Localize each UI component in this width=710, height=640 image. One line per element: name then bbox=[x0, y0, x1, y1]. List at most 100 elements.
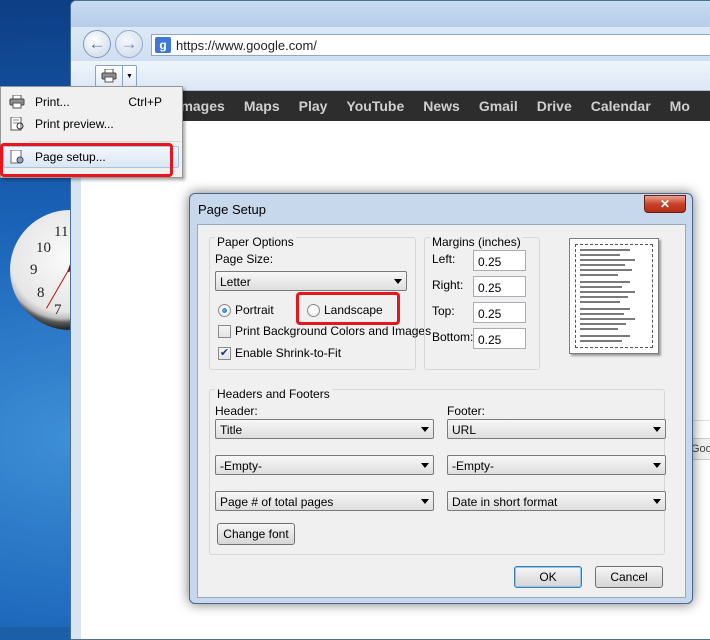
google-nav-item[interactable]: Play bbox=[299, 98, 328, 114]
preview-line bbox=[580, 264, 625, 266]
menu-item-label: Print... bbox=[35, 95, 70, 109]
google-favicon-icon: g bbox=[155, 37, 171, 53]
footer-select-3[interactable]: Date in short format bbox=[447, 491, 666, 511]
google-nav-item[interactable]: Maps bbox=[244, 98, 280, 114]
page-setup-dialog: Page Setup ✕ Paper Options Page Size: Le… bbox=[189, 193, 693, 604]
highlight-box-landscape bbox=[296, 292, 400, 325]
paper-options-label: Paper Options bbox=[215, 235, 296, 249]
shrink-to-fit-checkbox[interactable]: ✔ bbox=[218, 347, 231, 360]
google-nav-item[interactable]: Gmail bbox=[479, 98, 518, 114]
portrait-radio[interactable] bbox=[218, 304, 231, 317]
google-nav-item[interactable]: News bbox=[423, 98, 460, 114]
preview-line bbox=[580, 249, 630, 251]
dialog-body: Paper Options Page Size: Letter Portrait… bbox=[197, 224, 686, 598]
preview-line bbox=[580, 291, 635, 293]
margin-left-input[interactable]: 0.25 bbox=[473, 250, 526, 271]
chevron-down-icon bbox=[653, 463, 661, 468]
chevron-down-icon[interactable]: ▼ bbox=[122, 66, 136, 86]
browser-titlebar bbox=[71, 1, 710, 27]
preview-line bbox=[580, 313, 624, 315]
page-size-value: Letter bbox=[220, 275, 251, 289]
footer-label: Footer: bbox=[447, 404, 486, 418]
clock-number: 10 bbox=[36, 240, 51, 256]
address-bar[interactable]: g https://www.google.com/ bbox=[151, 34, 710, 56]
printer-icon bbox=[96, 66, 122, 86]
preview-line bbox=[580, 301, 620, 303]
header-value: Title bbox=[220, 423, 243, 437]
header-select-2[interactable]: -Empty- bbox=[215, 455, 434, 475]
page-preview-margins bbox=[575, 244, 653, 348]
preview-line bbox=[580, 323, 626, 325]
header-value: -Empty- bbox=[220, 459, 262, 473]
margin-right-input[interactable]: 0.25 bbox=[473, 276, 526, 297]
close-button[interactable]: ✕ bbox=[644, 195, 686, 213]
address-url: https://www.google.com/ bbox=[176, 37, 317, 53]
chevron-down-icon bbox=[421, 499, 429, 504]
chevron-down-icon bbox=[653, 499, 661, 504]
footer-select-1[interactable]: URL bbox=[447, 419, 666, 439]
preview-line bbox=[580, 296, 628, 298]
google-nav-item[interactable]: Drive bbox=[537, 98, 572, 114]
footer-value: URL bbox=[452, 423, 477, 437]
clock-number: 11 bbox=[54, 224, 69, 240]
headers-footers-label: Headers and Footers bbox=[215, 387, 332, 401]
margin-top-input[interactable]: 0.25 bbox=[473, 302, 526, 323]
header-value: Page # of total pages bbox=[220, 495, 334, 509]
margin-top-label: Top: bbox=[432, 304, 455, 318]
print-background-checkbox[interactable] bbox=[218, 325, 231, 338]
chevron-down-icon bbox=[421, 427, 429, 432]
change-font-button[interactable]: Change font bbox=[217, 523, 295, 545]
preview-line bbox=[580, 340, 622, 342]
close-icon: ✕ bbox=[659, 197, 671, 211]
print-preview-icon bbox=[9, 116, 25, 131]
margins-label: Margins (inches) bbox=[430, 235, 523, 249]
preview-line bbox=[580, 328, 618, 330]
google-nav-item[interactable]: YouTube bbox=[346, 98, 404, 114]
forward-arrow-icon: → bbox=[120, 34, 138, 53]
footer-value: Date in short format bbox=[452, 495, 558, 509]
back-button[interactable]: ← bbox=[83, 30, 111, 58]
preview-line bbox=[580, 286, 622, 288]
menu-item-shortcut: Ctrl+P bbox=[128, 95, 162, 109]
chevron-down-icon bbox=[421, 463, 429, 468]
clock-number: 7 bbox=[54, 302, 62, 318]
margin-bottom-input[interactable]: 0.25 bbox=[473, 328, 526, 349]
chevron-down-icon bbox=[394, 279, 402, 284]
preview-line bbox=[580, 274, 618, 276]
margin-right-label: Right: bbox=[432, 278, 464, 292]
page-size-label: Page Size: bbox=[215, 252, 274, 266]
google-nav-item[interactable]: Calendar bbox=[591, 98, 651, 114]
browser-navbar: ← → g https://www.google.com/ bbox=[71, 27, 710, 61]
menu-item-print[interactable]: Print... Ctrl+P bbox=[3, 91, 180, 113]
margin-bottom-label: Bottom: bbox=[432, 330, 474, 344]
cancel-button[interactable]: Cancel bbox=[595, 566, 663, 588]
menu-item-print-preview[interactable]: Print preview... bbox=[3, 113, 180, 135]
preview-line bbox=[580, 335, 630, 337]
preview-line bbox=[580, 254, 620, 256]
preview-line bbox=[580, 269, 632, 271]
shrink-to-fit-label: Enable Shrink-to-Fit bbox=[235, 346, 342, 360]
print-background-label: Print Background Colors and Images bbox=[235, 324, 432, 338]
ok-button[interactable]: OK bbox=[514, 566, 582, 588]
clock-number: 8 bbox=[37, 285, 45, 301]
preview-line bbox=[580, 308, 630, 310]
forward-button[interactable]: → bbox=[115, 30, 143, 58]
clock-number: 9 bbox=[30, 262, 38, 278]
preview-line bbox=[580, 281, 630, 283]
page-size-select[interactable]: Letter bbox=[215, 271, 407, 291]
header-select-1[interactable]: Title bbox=[215, 419, 434, 439]
google-nav-item[interactable]: Images bbox=[177, 98, 225, 114]
preview-line bbox=[580, 318, 635, 320]
footer-select-2[interactable]: -Empty- bbox=[447, 455, 666, 475]
google-nav-item[interactable]: Mo bbox=[670, 98, 690, 114]
header-label: Header: bbox=[215, 404, 258, 418]
preview-line bbox=[580, 259, 635, 261]
print-toolbar-button[interactable]: ▼ bbox=[95, 65, 137, 87]
printer-icon bbox=[9, 94, 25, 109]
highlight-box-page-setup bbox=[0, 143, 173, 177]
header-select-3[interactable]: Page # of total pages bbox=[215, 491, 434, 511]
menu-item-label: Print preview... bbox=[35, 117, 114, 131]
page-preview bbox=[569, 238, 659, 354]
footer-value: -Empty- bbox=[452, 459, 494, 473]
dialog-title: Page Setup bbox=[198, 202, 266, 217]
